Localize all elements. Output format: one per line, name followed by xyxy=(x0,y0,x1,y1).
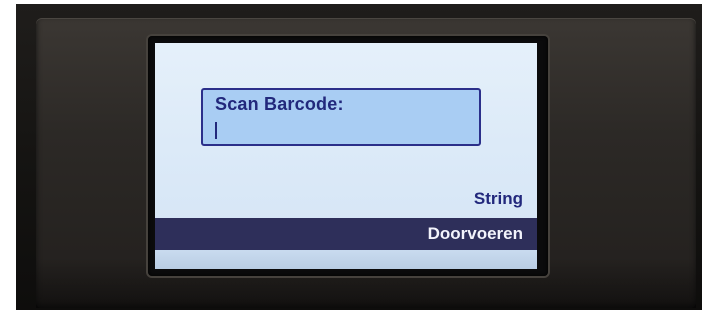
barcode-input-field[interactable]: Scan Barcode: xyxy=(201,88,481,146)
screen-bottom-edge xyxy=(155,250,537,269)
lcd-screen: Scan Barcode: String Doorvoeren xyxy=(155,43,537,269)
input-mode-label: String xyxy=(473,189,523,208)
softkey-bar: Doorvoeren xyxy=(155,218,537,250)
text-cursor xyxy=(215,122,217,139)
input-label: Scan Barcode: xyxy=(215,94,344,114)
doorvoeren-softkey[interactable]: Doorvoeren xyxy=(428,224,523,244)
